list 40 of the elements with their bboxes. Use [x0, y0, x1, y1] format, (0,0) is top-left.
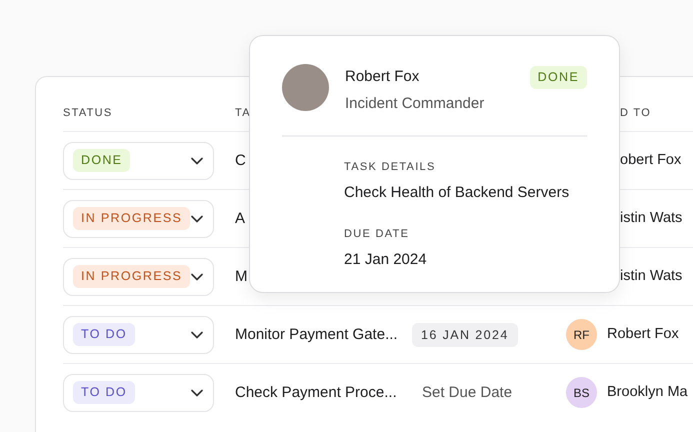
status-dropdown[interactable]: DONE — [63, 142, 214, 180]
column-header: TA — [235, 106, 252, 121]
assignee-name: istin Wats — [620, 208, 682, 228]
field-value: Check Health of Backend Servers — [344, 184, 570, 200]
assignee-name: istin Wats — [620, 266, 682, 286]
field-label: DUE DATE — [344, 227, 410, 242]
task-name: Check Payment Proce... — [235, 384, 397, 400]
due-date-badge: 16 JAN 2024 — [412, 322, 518, 346]
status-badge: IN PROGRESS — [73, 265, 190, 288]
status-dropdown[interactable]: TO DO — [63, 316, 214, 354]
task-name: C — [235, 152, 246, 168]
column-header: D TO — [619, 106, 652, 121]
status-badge: TO DO — [73, 381, 135, 404]
status-dropdown[interactable]: IN PROGRESS — [63, 200, 214, 238]
set-due-date-link[interactable]: Set Due Date — [412, 384, 512, 400]
field-value: 21 Jan 2024 — [344, 250, 427, 268]
chevron-down-icon — [191, 272, 203, 280]
status-dropdown[interactable]: TO DO — [63, 374, 214, 412]
person-role: Incident Commander — [345, 94, 486, 114]
chevron-down-icon — [191, 214, 203, 222]
status-badge: TO DO — [73, 323, 135, 346]
avatar: RF — [566, 319, 597, 350]
assignee-name: obert Fox — [620, 150, 682, 170]
chevron-down-icon — [191, 330, 203, 338]
assignee-name: Brooklyn Ma — [607, 382, 688, 402]
task-name: A — [235, 210, 246, 226]
avatar: BS — [566, 377, 597, 408]
status-badge: IN PROGRESS — [73, 207, 190, 230]
task-name: M — [235, 268, 248, 284]
status-badge: DONE — [530, 66, 587, 89]
status-dropdown[interactable]: IN PROGRESS — [63, 258, 214, 296]
chevron-down-icon — [191, 156, 203, 164]
task-name: Monitor Payment Gate... — [235, 326, 398, 342]
field-label: TASK DETAILS — [344, 160, 437, 175]
assignee-name: Robert Fox — [607, 324, 679, 344]
person-name: Robert Fox — [345, 67, 420, 87]
status-badge: DONE — [73, 149, 130, 172]
chevron-down-icon — [191, 388, 203, 396]
column-header: STATUS — [63, 106, 114, 121]
photo-placeholder — [282, 64, 329, 111]
